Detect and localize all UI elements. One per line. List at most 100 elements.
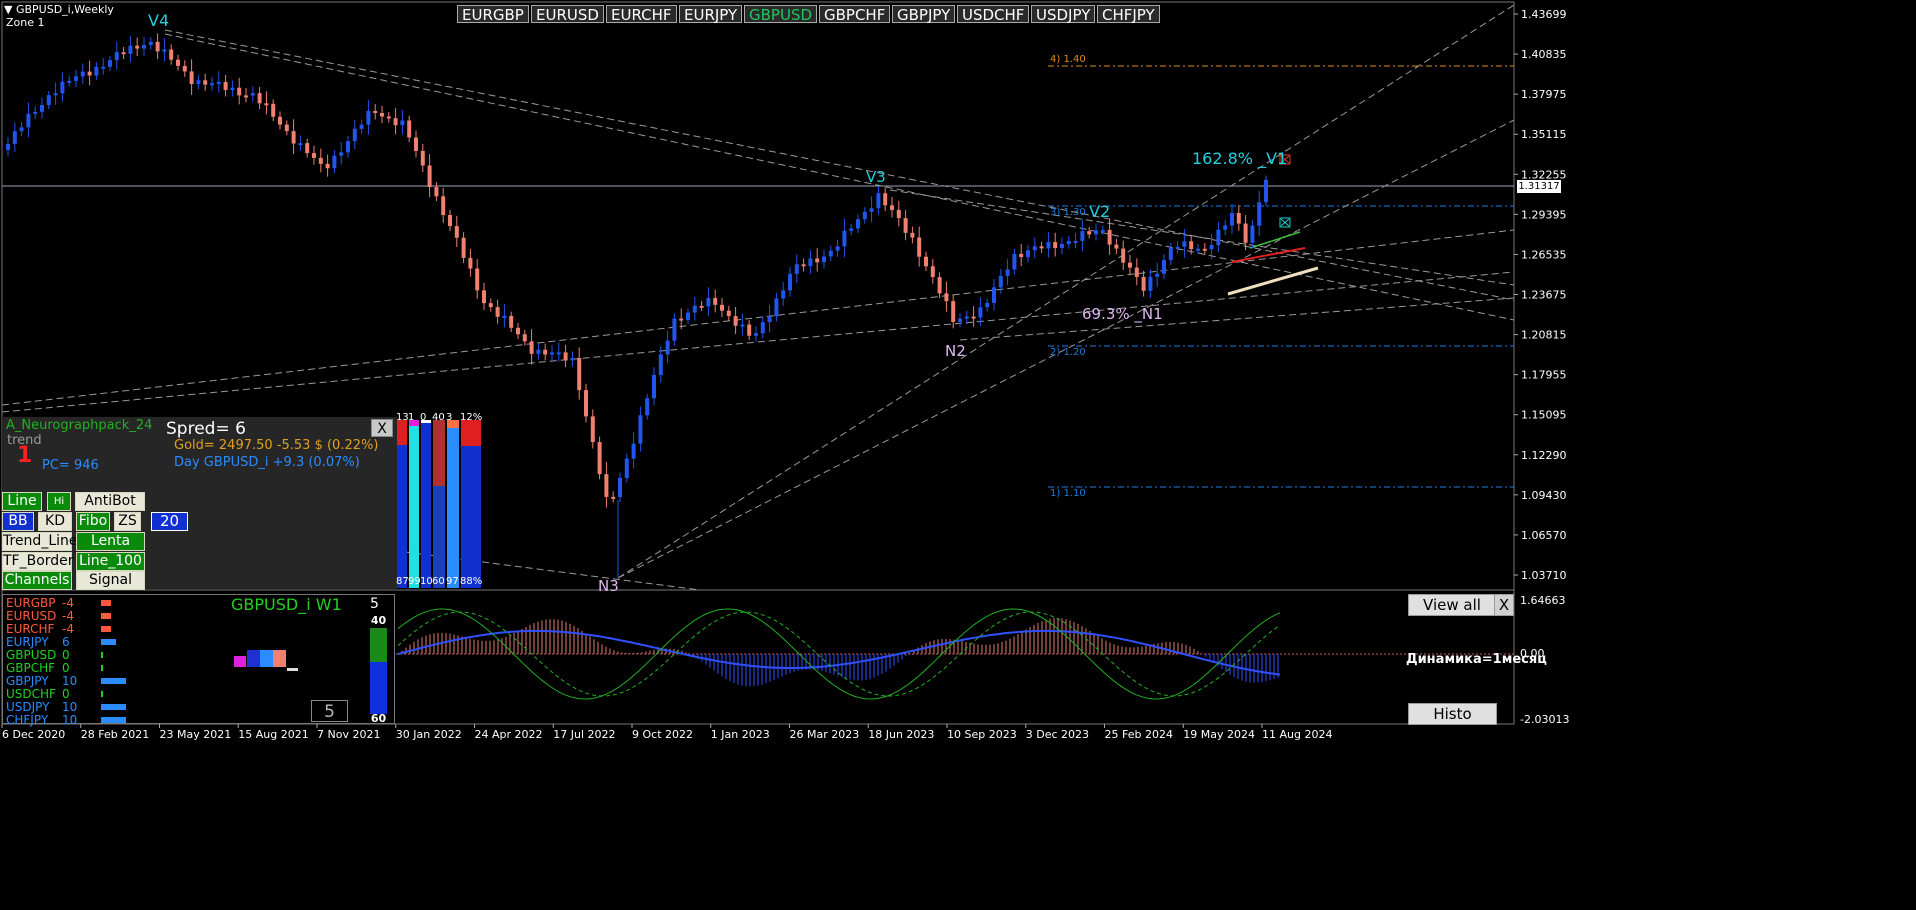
candle-body xyxy=(910,232,915,238)
trend-line-button[interactable]: Trend_Line xyxy=(2,532,78,551)
symbol-timeframe: GBPUSD_i,Weekly xyxy=(15,3,114,16)
candle-body xyxy=(1053,242,1058,249)
day-change: Day GBPUSD_i +9.3 (0.07%) xyxy=(174,455,360,470)
candle-body xyxy=(842,230,847,247)
strength-value: 0 xyxy=(62,687,70,701)
candle-body xyxy=(346,141,350,153)
candle-body xyxy=(679,318,684,321)
spread-value: Spred= 6 xyxy=(166,419,246,439)
candle-body xyxy=(801,264,806,267)
osc-close-button[interactable]: X xyxy=(1494,594,1514,616)
bb-button[interactable]: BB xyxy=(2,512,34,531)
kd-button[interactable]: KD xyxy=(38,512,72,531)
number-box[interactable]: 20 xyxy=(151,512,188,531)
panel-bar-top-label: 0 xyxy=(420,412,427,423)
current-price-tag: 1.31317 xyxy=(1517,180,1561,193)
candle-body xyxy=(1264,179,1268,203)
symbol-button-eurusd[interactable]: EURUSD xyxy=(531,5,604,24)
candle-body xyxy=(1080,231,1085,241)
panel-bar-bottom-label: 97 xyxy=(446,576,459,587)
symbol-button-eurgbp[interactable]: EURGBP xyxy=(457,5,529,24)
candle-body xyxy=(1134,267,1139,277)
time-tick: 28 Feb 2021 xyxy=(81,728,149,741)
osc-axis-bottom: -2.03013 xyxy=(1520,713,1570,726)
symbol-button-chfjpy[interactable]: CHFJPY xyxy=(1097,5,1160,24)
candle-body xyxy=(162,49,167,52)
line-button[interactable]: Line xyxy=(2,492,42,511)
candle-body xyxy=(257,93,262,104)
candle-body xyxy=(278,116,282,125)
symbol-button-gbpjpy[interactable]: GBPJPY xyxy=(892,5,956,24)
candle-body xyxy=(1148,276,1153,291)
candle-body xyxy=(536,349,541,354)
candle-body xyxy=(1066,240,1071,244)
channels-button[interactable]: Channels xyxy=(2,571,72,590)
symbol-button-eurjpy[interactable]: EURJPY xyxy=(679,5,743,24)
color-swatch-white xyxy=(287,668,298,671)
strength-pair: EURCHF xyxy=(6,622,55,636)
symbol-button-gbpusd[interactable]: GBPUSD xyxy=(744,5,818,24)
candle-body xyxy=(332,155,337,169)
candle-body xyxy=(883,193,888,206)
strength-bar xyxy=(101,600,111,606)
price-tick: 1.12290 xyxy=(1521,449,1567,462)
price-tick: 1.03710 xyxy=(1521,569,1567,582)
candle-body xyxy=(101,66,106,69)
candle-body xyxy=(618,477,622,498)
antibot-button[interactable]: AntiBot xyxy=(75,492,145,511)
candle-body xyxy=(699,305,704,308)
candle-body xyxy=(692,305,697,313)
candle-body xyxy=(631,443,636,459)
candle-body xyxy=(237,87,242,96)
candle-body xyxy=(638,415,643,444)
panel-close-button[interactable]: X xyxy=(371,419,393,437)
histo-button[interactable]: Histo xyxy=(1408,703,1497,725)
price-tick: 1.40835 xyxy=(1521,48,1567,61)
tf-border-button[interactable]: TF_Border xyxy=(2,552,74,571)
view-all-button[interactable]: View all xyxy=(1408,594,1496,616)
symbol-button-usdchf[interactable]: USDCHF xyxy=(957,5,1030,24)
candle-body xyxy=(1182,241,1187,247)
candle-body xyxy=(665,340,670,355)
dropdown-triangle-icon[interactable]: ▼ xyxy=(4,3,12,16)
candle-body xyxy=(890,205,894,210)
candle-body xyxy=(108,60,112,67)
candle-body xyxy=(291,131,296,144)
zone-label: Zone 1 xyxy=(6,16,45,29)
candle-body xyxy=(210,83,214,86)
pc-value: PC= 946 xyxy=(42,458,99,473)
zs-button[interactable]: ZS xyxy=(114,512,141,531)
symbol-button-eurchf[interactable]: EURCHF xyxy=(606,5,677,24)
symbol-button-gbpchf[interactable]: GBPCHF xyxy=(819,5,891,24)
candle-body xyxy=(339,152,344,156)
strength-box: 5 xyxy=(311,700,348,722)
candle-body xyxy=(230,87,235,91)
candle-body xyxy=(1019,253,1024,258)
candle-body xyxy=(998,275,1003,288)
trend-value: 1 xyxy=(17,443,33,468)
hi-button[interactable]: Hi xyxy=(47,492,71,511)
candle-body xyxy=(407,120,412,138)
dynamics-label: Динамика=1месяц xyxy=(1406,652,1547,667)
candle-body xyxy=(12,131,17,144)
candle-body xyxy=(815,258,820,263)
candle-body xyxy=(128,45,133,54)
strength-pair: USDJPY xyxy=(6,700,50,714)
price-tick: 1.26535 xyxy=(1521,248,1567,261)
strength-value: 10 xyxy=(62,700,78,714)
candle-body xyxy=(563,352,568,361)
candle-body xyxy=(80,71,85,77)
candle-body xyxy=(448,215,452,227)
strength-count: 5 xyxy=(370,596,379,612)
line-100-button[interactable]: Line_100 xyxy=(76,552,145,571)
panel-bar-top-label: 12% xyxy=(460,412,483,423)
color-swatch-magenta xyxy=(234,656,246,667)
fibo-label-1: 1) 1.10 xyxy=(1050,488,1086,499)
signal-button[interactable]: Signal xyxy=(76,571,145,590)
fibo-button[interactable]: Fibo xyxy=(76,512,110,531)
candle-body xyxy=(414,137,418,151)
lenta-button[interactable]: Lenta xyxy=(76,532,145,551)
symbol-button-usdjpy[interactable]: USDJPY xyxy=(1031,5,1096,24)
strength-pair: EURUSD xyxy=(6,609,57,623)
panel-bar-bottom-label: 87 xyxy=(396,576,409,587)
